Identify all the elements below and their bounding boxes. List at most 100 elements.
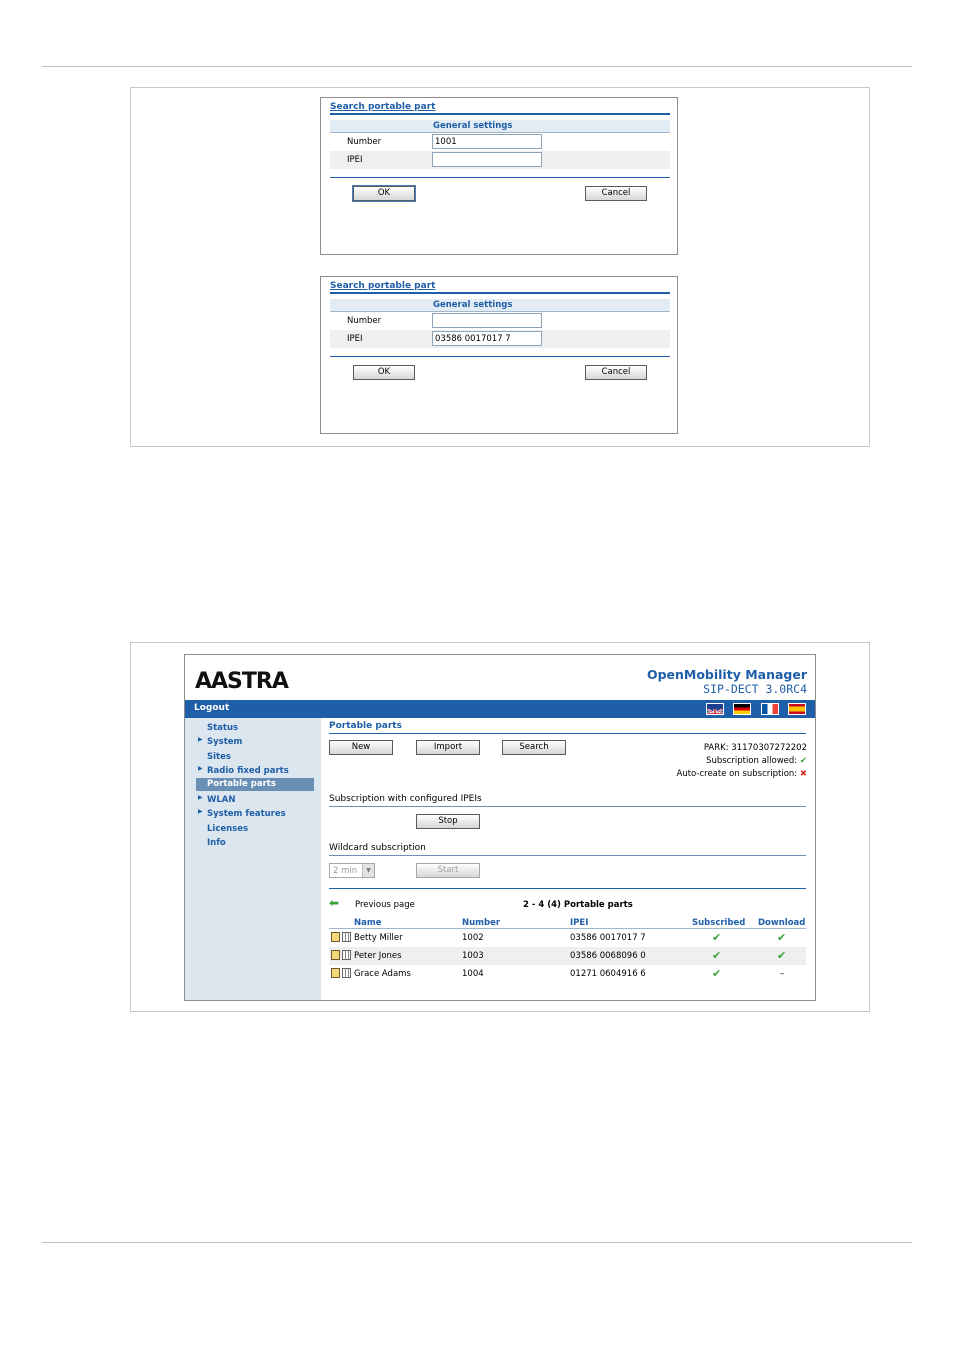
wildcard-time-value: 2 min <box>333 866 358 876</box>
delete-icon[interactable] <box>342 932 351 942</box>
number-label: Number <box>347 316 382 326</box>
wildcard-subscription-title: Wildcard subscription <box>329 843 426 853</box>
edit-icon[interactable] <box>331 968 340 978</box>
search-button[interactable]: Search <box>502 740 566 755</box>
stop-button[interactable]: Stop <box>416 814 480 829</box>
cancel-button[interactable]: Cancel <box>585 365 647 380</box>
spanish-flag-icon[interactable] <box>788 703 806 715</box>
sidebar-item-wlan[interactable]: ▶ WLAN <box>196 794 314 807</box>
delete-icon[interactable] <box>342 950 351 960</box>
download-check-icon: ✔ <box>777 949 787 962</box>
wildcard-subscription-line <box>329 855 806 856</box>
expand-arrow-icon: ▶ <box>198 794 203 801</box>
cell-number: 1003 <box>462 951 484 961</box>
col-header-ipei[interactable]: IPEI <box>570 918 588 928</box>
french-flag-icon[interactable] <box>761 703 779 715</box>
product-name: OpenMobility Manager <box>646 667 807 682</box>
col-header-download[interactable]: Download <box>758 918 805 928</box>
ok-button[interactable]: OK <box>353 186 415 201</box>
col-header-subscribed[interactable]: Subscribed <box>692 918 745 928</box>
subscription-allowed-label: Subscription allowed: <box>706 756 798 766</box>
start-button[interactable]: Start <box>416 863 480 878</box>
number-label: Number <box>347 137 382 147</box>
ok-button[interactable]: OK <box>353 365 415 380</box>
search-dialog-number: Search portable part General settings Nu… <box>320 97 678 255</box>
ipei-input[interactable] <box>432 152 542 167</box>
previous-page-link[interactable]: Previous page <box>355 900 415 910</box>
cell-number: 1002 <box>462 933 484 943</box>
section-title: General settings <box>433 121 513 131</box>
expand-arrow-icon: ▶ <box>198 765 203 772</box>
ipei-label: IPEI <box>347 155 363 165</box>
section-header: General settings <box>330 120 670 133</box>
ipei-label: IPEI <box>347 334 363 344</box>
download-check-icon: ✔ <box>777 931 787 944</box>
download-status: – <box>780 969 785 979</box>
cell-ipei: 01271 0604916 6 <box>570 969 646 979</box>
new-button[interactable]: New <box>329 740 393 755</box>
cancel-button[interactable]: Cancel <box>585 186 647 201</box>
product-version: SIP-DECT 3.0RC4 <box>703 682 807 696</box>
expand-arrow-icon: ▶ <box>198 736 203 743</box>
dialog-title: Search portable part <box>330 102 436 112</box>
top-rule <box>42 66 912 67</box>
sidebar: Status ▶ System Sites ▶ Radio fixed parts … <box>185 718 321 1000</box>
col-header-number[interactable]: Number <box>462 918 500 928</box>
page-range: 2 - 4 (4) Portable parts <box>523 900 633 910</box>
check-icon: ✔ <box>799 756 807 766</box>
table-row: Grace Adams 1004 01271 0604916 6 ✔ – <box>329 965 806 983</box>
cell-number: 1004 <box>462 969 484 979</box>
dialog-title-line <box>330 113 670 115</box>
cell-name: Grace Adams <box>354 969 411 979</box>
number-row: Number <box>330 312 670 330</box>
subscription-allowed-status: Subscription allowed: ✔ <box>706 756 807 766</box>
sidebar-item-system-features[interactable]: ▶ System features <box>196 808 314 821</box>
cell-name: Betty Miller <box>354 933 403 943</box>
sidebar-item-info[interactable]: Info <box>196 837 314 850</box>
uk-flag-icon[interactable] <box>706 703 724 715</box>
cross-icon: ✖ <box>799 769 807 779</box>
search-dialog-ipei: Search portable part General settings Nu… <box>320 276 678 434</box>
subscribed-check-icon: ✔ <box>712 967 722 980</box>
subscribed-check-icon: ✔ <box>712 931 722 944</box>
dialog-separator <box>330 177 670 178</box>
edit-icon[interactable] <box>331 950 340 960</box>
cell-ipei: 03586 0017017 7 <box>570 933 646 943</box>
import-button[interactable]: Import <box>416 740 480 755</box>
table-row: Peter Jones 1003 03586 0068096 0 ✔ ✔ <box>329 947 806 965</box>
main-content: Portable parts New Import Search PARK: 3… <box>321 718 815 1000</box>
table-top-line <box>329 888 806 889</box>
sidebar-item-status[interactable]: Status <box>196 722 314 735</box>
cell-name: Peter Jones <box>354 951 402 961</box>
sidebar-item-sites[interactable]: Sites <box>196 751 314 764</box>
top-bar: Logout <box>185 700 815 718</box>
wildcard-time-select[interactable]: 2 min ▼ <box>329 863 375 878</box>
bottom-rule <box>42 1242 912 1243</box>
omm-window: AASTRA OpenMobility Manager SIP-DECT 3.0… <box>184 654 816 1001</box>
logout-link[interactable]: Logout <box>194 703 229 713</box>
dialog-title: Search portable part <box>330 281 436 291</box>
chevron-down-icon: ▼ <box>362 864 374 877</box>
subscription-configured-line <box>329 806 806 807</box>
ipei-input[interactable]: 03586 0017017 7 <box>432 331 542 346</box>
ipei-row: IPEI 03586 0017017 7 <box>330 330 670 348</box>
expand-arrow-icon: ▶ <box>198 808 203 815</box>
sidebar-item-system[interactable]: ▶ System <box>196 736 314 749</box>
edit-icon[interactable] <box>331 932 340 942</box>
cell-ipei: 03586 0068096 0 <box>570 951 646 961</box>
table-row: Betty Miller 1002 03586 0017017 7 ✔ ✔ <box>329 929 806 947</box>
dialog-title-line <box>330 292 670 294</box>
number-input[interactable] <box>432 313 542 328</box>
page-title: Portable parts <box>329 721 402 731</box>
sidebar-item-portable-parts[interactable]: Portable parts <box>196 778 314 791</box>
german-flag-icon[interactable] <box>733 703 751 715</box>
delete-icon[interactable] <box>342 968 351 978</box>
previous-page-arrow-icon[interactable]: ⬅ <box>329 896 339 910</box>
dialog-separator <box>330 356 670 357</box>
number-input[interactable]: 1001 <box>432 134 542 149</box>
park-number: PARK: 31170307272202 <box>703 743 807 753</box>
page-title-line <box>329 733 806 734</box>
sidebar-item-licenses[interactable]: Licenses <box>196 823 314 836</box>
sidebar-item-radio-fixed-parts[interactable]: ▶ Radio fixed parts <box>196 765 314 778</box>
col-header-name[interactable]: Name <box>354 918 381 928</box>
